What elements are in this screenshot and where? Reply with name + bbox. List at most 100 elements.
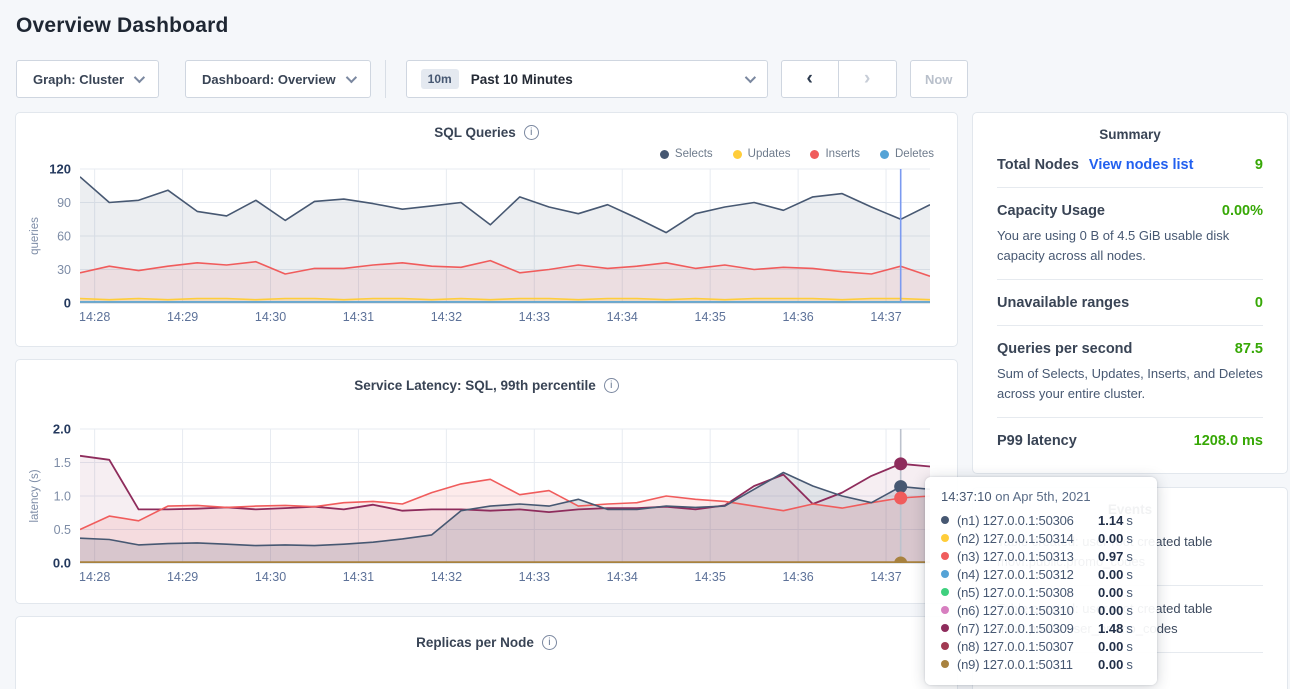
legend-dot (810, 150, 819, 159)
tooltip-rows: (n1) 127.0.0.1:503061.14s(n2) 127.0.0.1:… (941, 511, 1143, 673)
tooltip-row: (n7) 127.0.0.1:503091.48s (941, 619, 1143, 637)
y-axis-tick-label: 0 (64, 296, 71, 311)
sql-queries-title: SQL Queries (434, 125, 516, 140)
dashboard-dropdown[interactable]: Dashboard: Overview (185, 60, 371, 98)
y-axis-tick-label: 120 (49, 162, 71, 177)
tooltip-row: (n2) 127.0.0.1:503140.00s (941, 529, 1143, 547)
chart-hover-tooltip: 14:37:10 on Apr 5th, 2021 (n1) 127.0.0.1… (925, 477, 1157, 685)
dashboard-dropdown-label: Dashboard: Overview (202, 72, 336, 87)
tooltip-date: on Apr 5th, 2021 (992, 489, 1091, 504)
x-axis-tick-label: 14:35 (695, 570, 726, 584)
x-axis-tick-label: 14:31 (343, 570, 374, 584)
node-color-dot (941, 624, 949, 632)
time-prev-button[interactable]: ‹ (781, 60, 839, 98)
tooltip-row: (n5) 127.0.0.1:503080.00s (941, 583, 1143, 601)
node-color-dot (941, 660, 949, 668)
qps-label: Queries per second (997, 341, 1132, 357)
summary-panel: Summary Total Nodes View nodes list 9 Ca… (972, 112, 1288, 474)
y-axis-tick-label: 1.5 (54, 456, 71, 470)
node-address: (n6) 127.0.0.1:50310 (957, 603, 1098, 618)
service-latency-chart[interactable]: 0.00.51.01.52.014:2814:2914:3014:3114:32… (25, 421, 948, 586)
y-axis-tick-label: 0.5 (54, 523, 71, 537)
y-axis-tick-label: 30 (57, 263, 71, 277)
node-latency-value: 1.48 (1098, 621, 1123, 636)
tooltip-time: 14:37:10 (941, 489, 992, 504)
node-latency-value: 0.00 (1098, 639, 1123, 654)
node-address: (n3) 127.0.0.1:50313 (957, 549, 1098, 564)
summary-total-nodes: Total Nodes View nodes list 9 (997, 142, 1263, 188)
y-axis-tick-label: 1.0 (54, 490, 71, 504)
service-latency-title: Service Latency: SQL, 99th percentile (354, 378, 596, 393)
graph-dropdown[interactable]: Graph: Cluster (16, 60, 159, 98)
sql-queries-legend: Selects Updates Inserts Deletes (25, 147, 948, 161)
legend-label: Updates (748, 148, 791, 160)
node-color-dot (941, 570, 949, 578)
hover-dot (894, 492, 907, 505)
total-nodes-value: 9 (1255, 157, 1263, 173)
summary-capacity-usage: Capacity Usage 0.00% You are using 0 B o… (997, 188, 1263, 280)
node-latency-value: 0.00 (1098, 531, 1123, 546)
time-now-button[interactable]: Now (910, 60, 968, 98)
summary-qps: Queries per second 87.5 Sum of Selects, … (997, 326, 1263, 418)
info-icon[interactable]: i (542, 635, 557, 650)
replicas-per-node-title: Replicas per Node (416, 635, 534, 650)
x-axis-tick-label: 14:30 (255, 570, 286, 584)
time-range-badge: 10m (421, 69, 459, 89)
legend-item-selects[interactable]: Selects (660, 147, 713, 161)
sql-queries-chart[interactable]: 030609012014:2814:2914:3014:3114:3214:33… (25, 161, 948, 326)
summary-p99-latency: P99 latency 1208.0 ms (997, 418, 1263, 463)
info-icon[interactable]: i (524, 125, 539, 140)
capacity-usage-label: Capacity Usage (997, 203, 1105, 219)
sql-queries-card: SQL Queries i Selects Updates Inserts Delet… (15, 112, 958, 347)
hover-dot (894, 457, 907, 470)
latency-unit: s (1126, 531, 1133, 546)
legend-item-inserts[interactable]: Inserts (810, 147, 860, 161)
chevron-down-icon (134, 72, 145, 83)
time-next-button[interactable]: › (839, 60, 897, 98)
capacity-usage-value: 0.00% (1222, 203, 1263, 219)
tooltip-row: (n9) 127.0.0.1:503110.00s (941, 655, 1143, 673)
info-icon[interactable]: i (604, 378, 619, 393)
summary-heading: Summary (997, 127, 1263, 142)
node-latency-value: 0.00 (1098, 567, 1123, 582)
time-step-buttons: ‹ › (781, 60, 897, 98)
legend-label: Deletes (895, 148, 934, 160)
page-header: Overview Dashboard Graph: Cluster Dashbo… (0, 0, 1290, 98)
tooltip-row: (n4) 127.0.0.1:503120.00s (941, 565, 1143, 583)
legend-item-updates[interactable]: Updates (733, 147, 791, 161)
node-latency-value: 1.14 (1098, 513, 1123, 528)
x-axis-tick-label: 14:34 (607, 310, 638, 324)
node-latency-value: 0.00 (1098, 585, 1123, 600)
charts-column: SQL Queries i Selects Updates Inserts Delet… (15, 112, 958, 689)
x-axis-tick-label: 14:33 (519, 570, 550, 584)
time-range-selector[interactable]: 10m Past 10 Minutes (406, 60, 768, 98)
unavailable-ranges-label: Unavailable ranges (997, 295, 1129, 311)
summary-unavailable-ranges: Unavailable ranges 0 (997, 280, 1263, 326)
x-axis-tick-label: 14:32 (431, 570, 462, 584)
y-axis-tick-label: 90 (57, 196, 71, 210)
tooltip-timestamp: 14:37:10 on Apr 5th, 2021 (941, 489, 1143, 504)
node-address: (n2) 127.0.0.1:50314 (957, 531, 1098, 546)
node-color-dot (941, 516, 949, 524)
x-axis-tick-label: 14:32 (431, 310, 462, 324)
y-axis-tick-label: 60 (57, 230, 71, 244)
x-axis-tick-label: 14:31 (343, 310, 374, 324)
node-latency-value: 0.00 (1098, 603, 1123, 618)
node-address: (n7) 127.0.0.1:50309 (957, 621, 1098, 636)
p99-latency-value: 1208.0 ms (1194, 433, 1263, 449)
node-color-dot (941, 552, 949, 560)
node-color-dot (941, 642, 949, 650)
replicas-per-node-card: Replicas per Node i (15, 616, 958, 689)
hover-dot (894, 480, 907, 493)
latency-unit: s (1126, 657, 1133, 672)
x-axis-tick-label: 14:29 (167, 310, 198, 324)
legend-dot (880, 150, 889, 159)
node-address: (n5) 127.0.0.1:50308 (957, 585, 1098, 600)
total-nodes-label: Total Nodes (997, 157, 1079, 173)
x-axis-tick-label: 14:30 (255, 310, 286, 324)
x-axis-tick-label: 14:28 (79, 570, 110, 584)
view-nodes-list-link[interactable]: View nodes list (1089, 157, 1194, 173)
legend-item-deletes[interactable]: Deletes (880, 147, 934, 161)
toolbar: Graph: Cluster Dashboard: Overview 10m P… (16, 60, 1274, 98)
service-latency-card: Service Latency: SQL, 99th percentile i … (15, 359, 958, 604)
